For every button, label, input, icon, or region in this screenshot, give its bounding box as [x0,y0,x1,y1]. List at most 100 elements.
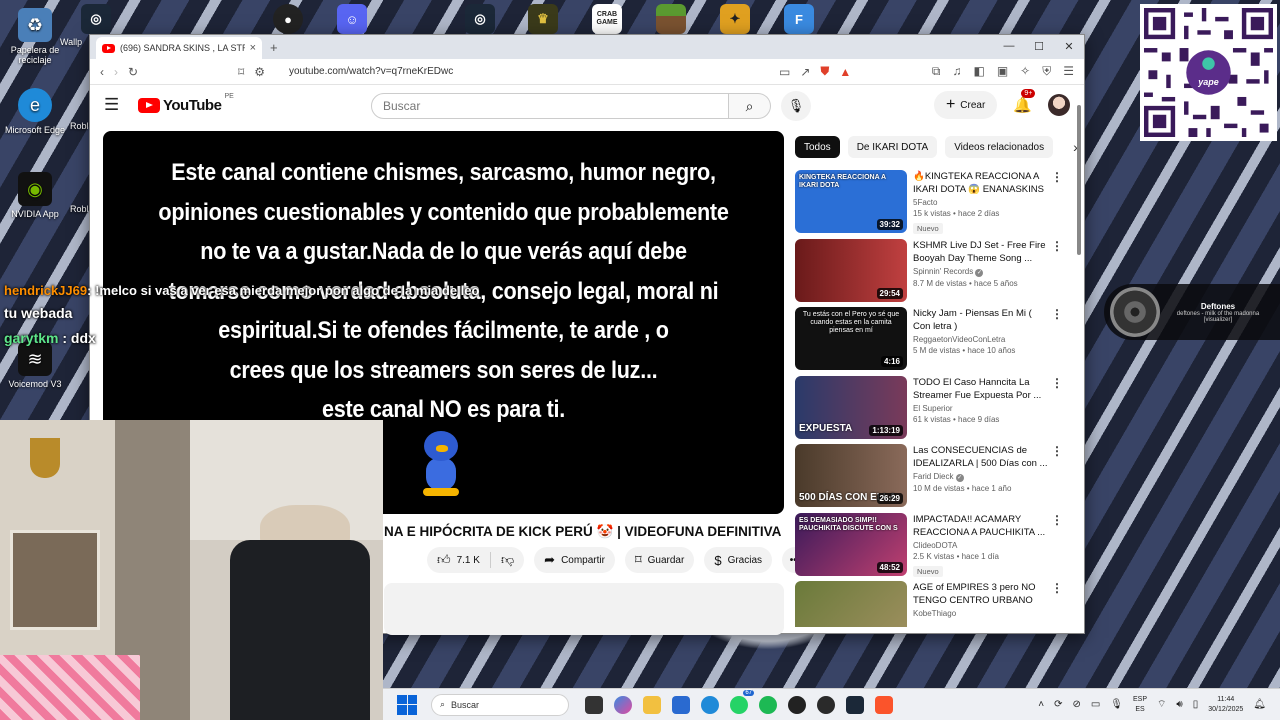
microphone-icon[interactable]: 🎙 [1110,699,1123,710]
bookmark-icon[interactable]: ⌑ [238,65,244,79]
recommendation-item[interactable]: AGE of EMPIRES 3 pero NO TENGO CENTRO UR… [795,581,1065,627]
desktop-icon-roblox[interactable]: Robl [70,121,90,131]
youtube-logo[interactable]: YouTube PE [138,93,234,114]
clock[interactable]: 11:44 30/12/2025 [1208,695,1243,715]
input-language[interactable]: ESP ES [1133,695,1147,715]
cast-icon[interactable]: ▭ [779,65,790,79]
brave-shield-icon[interactable]: ⛊ [820,64,829,79]
address-bar[interactable]: youtube.com/watch?v=q7rneKrEDwc [289,66,769,77]
app-icon[interactable]: ♛ [528,4,558,34]
desktop-icon-voicemod[interactable]: ≋ Voicemod V3 [0,342,70,389]
share-button[interactable]: ➦ Compartir [534,547,615,573]
create-button[interactable]: + Crear [933,91,998,119]
share-icon[interactable]: ↗ [800,65,810,79]
notifications-bell-icon[interactable]: 🔔 9+ [1013,89,1036,114]
kebab-menu-icon[interactable]: ⋮ [1051,170,1063,184]
reload-icon[interactable]: ↻ [128,65,138,79]
kebab-menu-icon[interactable]: ⋮ [1051,239,1063,253]
kebab-menu-icon[interactable]: ⋮ [1051,376,1063,390]
xbox-icon[interactable] [817,695,835,714]
steam-icon[interactable]: ◎ [81,4,111,34]
site-info-icon[interactable]: ⚙ [254,65,265,79]
cs-icon[interactable]: ✦ [720,4,750,34]
avatar[interactable] [1048,94,1070,116]
microphone-icon[interactable]: 🎙 [781,91,811,121]
video-title[interactable]: IMPACTADA!! ACAMARY REACCIONA A PAUCHIKI… [913,513,1049,539]
hamburger-menu-icon[interactable]: ☰ [104,95,128,115]
steam-icon[interactable] [846,695,864,714]
back-icon[interactable]: ‹ [100,65,104,79]
menu-icon[interactable]: ☰ [1063,64,1074,79]
battery-icon[interactable]: ▯ [1193,699,1199,710]
video-thumbnail[interactable]: 29:54 [795,238,907,302]
channel-name[interactable]: ClideoDOTA [913,541,1049,550]
maximize-button[interactable]: ☐ [1024,35,1054,57]
video-thumbnail[interactable]: EXPUESTA 1:13:19 [795,375,907,439]
kebab-menu-icon[interactable]: ⋮ [1051,444,1063,458]
search-input[interactable] [371,93,729,119]
tray-app-icon[interactable]: ⟳ [1054,699,1062,710]
steam-icon[interactable]: ◎ [465,4,495,34]
minecraft-icon[interactable] [656,4,686,34]
recommendation-item[interactable]: 500 DÍAS CON ELLA 26:29 Las CONSECUENCIA… [795,444,1065,513]
desktop-icon-roblox-2[interactable]: Robl [70,204,90,214]
video-title[interactable]: Nicky Jam - Piensas En Mi ( Con letra ) [913,307,1049,333]
notifications-icon[interactable]: 🔔︎ [1253,699,1266,710]
recommendation-item[interactable]: 29:54 KSHMR Live DJ Set - Free Fire Booy… [795,238,1065,308]
task-view-icon[interactable] [585,695,603,714]
scrollbar-thumb[interactable] [1077,105,1081,255]
spotify-icon[interactable] [759,695,777,714]
video-title[interactable]: 🔥KINGTEKA REACCIONA A IKARI DOTA 😱 ENANA… [913,170,1049,196]
channel-name[interactable]: Spinnin' Records ✓ [913,267,1049,277]
page-scrollbar[interactable] [1076,91,1082,631]
crab-game-icon[interactable]: CRAB GAME [592,4,622,34]
channel-name[interactable]: El Superior [913,404,1049,413]
search-icon[interactable]: ⌕ [729,93,771,119]
forward-icon[interactable]: › [114,65,118,79]
obs-icon[interactable]: ● [273,4,303,34]
wallet-icon[interactable]: ▣ [997,64,1008,79]
volume-icon[interactable]: 🔊︎ [1176,699,1182,710]
video-title[interactable]: KSHMR Live DJ Set - Free Fire Booyah Day… [913,239,1049,265]
close-tab-icon[interactable]: × [250,42,256,54]
network-off-icon[interactable]: ⊘ [1072,699,1080,710]
dislike-button[interactable]: 👎︎ [491,547,524,573]
video-thumbnail[interactable] [795,581,907,627]
recommendation-item[interactable]: EXPUESTA 1:13:19 TODO El Caso Hanncita L… [795,375,1065,445]
kebab-menu-icon[interactable]: ⋮ [1051,307,1063,321]
brave-icon[interactable] [875,695,893,714]
edge-icon[interactable] [701,695,719,714]
vpn-icon[interactable]: ⛨ [1042,64,1051,79]
monitor-icon[interactable]: ▭ [1091,699,1100,710]
whatsapp-icon[interactable]: 67 [730,689,754,714]
desktop-icon-edge[interactable]: e Microsoft Edge [0,88,70,135]
sidebar-icon[interactable]: ◧ [973,64,984,79]
description-box[interactable] [384,583,784,635]
tab-youtube[interactable]: (696) SANDRA SKINS , LA STREA × [96,37,262,59]
video-title[interactable]: AGE of EMPIRES 3 pero NO TENGO CENTRO UR… [913,581,1049,607]
like-button[interactable]: 👍︎ 7.1 K [427,547,490,573]
brave-rewards-icon[interactable]: ▲ [839,65,851,79]
kebab-menu-icon[interactable]: ⋮ [1051,513,1063,527]
channel-name[interactable]: ReggaetonVideoConLetra [913,335,1049,344]
thanks-button[interactable]: $ Gracias [704,547,773,573]
chip-related[interactable]: Videos relacionados [945,136,1054,158]
channel-name[interactable]: 5Facto [913,198,1049,207]
discord-icon[interactable]: ☺ [337,4,367,34]
file-explorer-icon[interactable] [643,695,661,714]
video-title[interactable]: Las CONSECUENCIAS de IDEALIZARLA | 500 D… [913,444,1049,470]
channel-name[interactable]: Farid Dieck ✓ [913,472,1049,482]
desktop-icon-nvidia[interactable]: ◉ NVIDIA App [0,172,70,219]
wifi-icon[interactable]: ⌔ [1157,698,1166,711]
new-tab-button[interactable]: + [270,40,278,55]
save-button[interactable]: ⌑ Guardar [624,547,695,573]
desktop-icon-wallpaper[interactable]: Wallp [60,37,90,47]
video-title[interactable]: TODO El Caso Hanncita La Streamer Fue Ex… [913,376,1049,402]
leo-icon[interactable]: ✧ [1020,64,1030,79]
copilot-icon[interactable] [614,695,632,714]
channel-name[interactable]: KobeThiago [913,609,1049,618]
windows-start-icon[interactable] [397,694,417,715]
recommendation-item[interactable]: Tu estás con el Pero yo sé que cuando es… [795,307,1065,376]
video-thumbnail[interactable]: Tu estás con el Pero yo sé que cuando es… [795,307,907,370]
close-window-button[interactable]: ✕ [1054,35,1084,57]
